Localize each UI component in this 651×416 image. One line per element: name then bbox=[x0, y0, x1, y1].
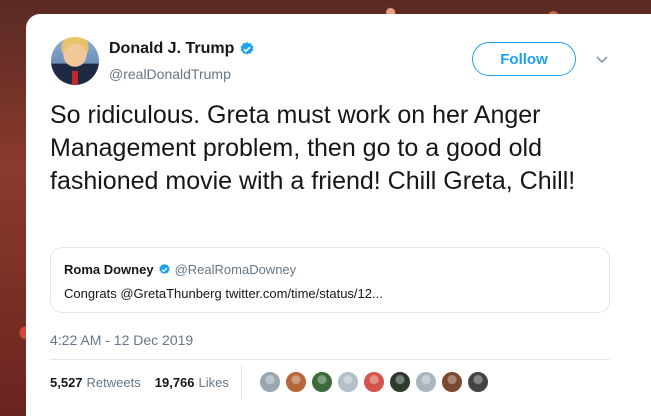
liker-avatar[interactable] bbox=[285, 371, 307, 393]
liker-avatar[interactable] bbox=[259, 371, 281, 393]
author-handle[interactable]: @realDonaldTrump bbox=[109, 66, 231, 82]
verified-badge-icon bbox=[241, 42, 254, 55]
quoted-tweet[interactable]: Roma Downey @RealRomaDowney Congrats @Gr… bbox=[50, 247, 610, 313]
liker-avatar[interactable] bbox=[389, 371, 411, 393]
liker-avatar[interactable] bbox=[415, 371, 437, 393]
retweets-count[interactable]: 5,527 bbox=[50, 375, 83, 390]
tweet-card: Donald J. Trump @realDonaldTrump Follow … bbox=[26, 14, 651, 416]
divider bbox=[50, 359, 610, 360]
follow-button[interactable]: Follow bbox=[472, 42, 576, 76]
tweet-text: So ridiculous. Greta must work on her An… bbox=[50, 101, 576, 195]
liker-avatar[interactable] bbox=[337, 371, 359, 393]
liker-avatar[interactable] bbox=[441, 371, 463, 393]
quoted-author-handle: @RealRomaDowney bbox=[174, 262, 297, 277]
retweets-label[interactable]: Retweets bbox=[87, 375, 141, 390]
likes-label[interactable]: Likes bbox=[199, 375, 229, 390]
author-name[interactable]: Donald J. Trump bbox=[109, 40, 234, 58]
quoted-author-name: Roma Downey bbox=[64, 262, 154, 277]
chevron-down-icon[interactable] bbox=[596, 55, 608, 65]
liker-avatars bbox=[259, 371, 493, 393]
liker-avatar[interactable] bbox=[467, 371, 489, 393]
liker-avatar[interactable] bbox=[311, 371, 333, 393]
quoted-tweet-text: Congrats @GretaThunberg twitter.com/time… bbox=[64, 286, 383, 301]
liker-avatar[interactable] bbox=[363, 371, 385, 393]
likes-count[interactable]: 19,766 bbox=[155, 375, 195, 390]
quoted-tweet-header: Roma Downey @RealRomaDowney bbox=[64, 262, 296, 277]
tweet-timestamp[interactable]: 4:22 AM - 12 Dec 2019 bbox=[50, 332, 193, 348]
author-avatar[interactable] bbox=[51, 37, 99, 85]
author-name-row: Donald J. Trump bbox=[109, 40, 255, 58]
stats-divider bbox=[241, 366, 242, 400]
verified-badge-icon bbox=[158, 263, 170, 275]
tweet-stats: 5,527 Retweets 19,766 Likes bbox=[50, 375, 243, 390]
